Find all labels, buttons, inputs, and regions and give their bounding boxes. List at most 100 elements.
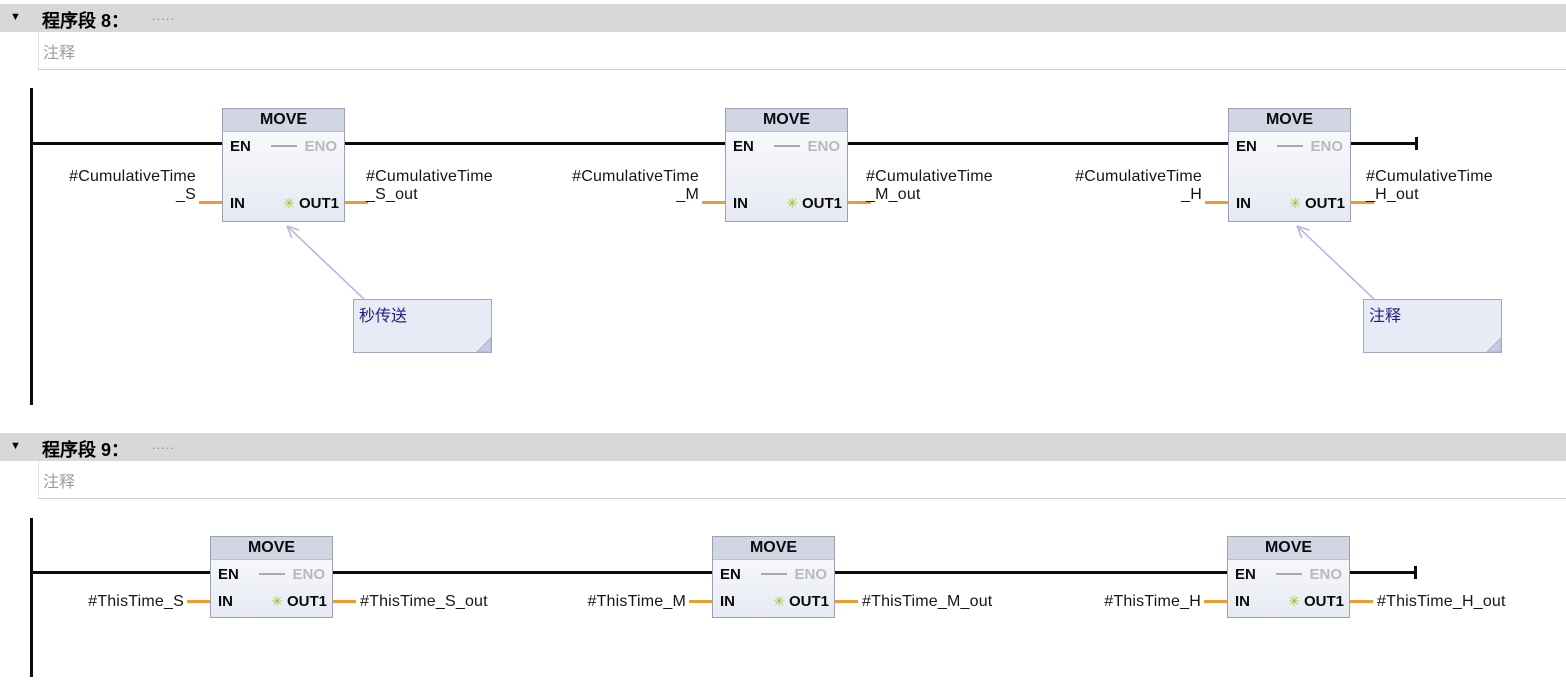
port-en[interactable]: EN bbox=[1235, 566, 1256, 583]
port-en[interactable]: EN bbox=[720, 566, 741, 583]
port-en[interactable]: EN bbox=[218, 566, 239, 583]
port-in[interactable]: IN bbox=[218, 593, 233, 610]
port-out1[interactable]: OUT1 bbox=[789, 593, 829, 610]
network-9-header-bar[interactable]: ▼ 程序段 9： ..... bbox=[0, 433, 1566, 461]
port-eno[interactable]: ENO bbox=[1309, 566, 1342, 583]
power-rail bbox=[30, 88, 33, 405]
port-in[interactable]: IN bbox=[720, 593, 735, 610]
comment-arrow bbox=[1297, 226, 1375, 300]
port-eno[interactable]: ENO bbox=[292, 566, 325, 583]
port-out1[interactable]: OUT1 bbox=[299, 195, 339, 212]
operand-line[interactable]: #ThisTime_H bbox=[1021, 593, 1201, 611]
network-9-title[interactable]: 程序段 9： bbox=[42, 436, 129, 462]
operand-line[interactable]: _H_out bbox=[1366, 186, 1566, 204]
add-output-icon[interactable]: ✳ bbox=[283, 196, 295, 211]
comment-placeholder[interactable]: 注释 bbox=[39, 461, 1566, 492]
operand-label[interactable]: #CumulativeTime _S bbox=[16, 168, 196, 204]
network-9-comment-field[interactable]: 注释 bbox=[38, 461, 1566, 499]
add-output-icon[interactable]: ✳ bbox=[786, 196, 798, 211]
port-in[interactable]: IN bbox=[230, 195, 245, 212]
add-output-icon[interactable]: ✳ bbox=[1289, 196, 1301, 211]
operand-wire bbox=[702, 201, 725, 204]
operand-line[interactable]: #ThisTime_H_out bbox=[1377, 593, 1566, 611]
comment-placeholder[interactable]: 注释 bbox=[39, 32, 1566, 63]
operand-label[interactable]: #CumulativeTime _H_out bbox=[1366, 168, 1566, 204]
operand-wire bbox=[187, 600, 210, 603]
operand-line[interactable]: #CumulativeTime bbox=[1022, 168, 1202, 186]
operand-wire bbox=[1205, 201, 1228, 204]
add-output-icon[interactable]: ✳ bbox=[271, 594, 283, 609]
move-block[interactable]: MOVE EN ENO IN ✳ OUT1 bbox=[210, 536, 333, 618]
operand-line[interactable]: _S bbox=[16, 186, 196, 204]
move-block[interactable]: MOVE EN ENO IN ✳ OUT1 bbox=[725, 108, 848, 222]
operand-label[interactable]: #CumulativeTime _M bbox=[519, 168, 699, 204]
collapse-icon[interactable]: ▼ bbox=[10, 11, 21, 23]
operand-line[interactable]: #ThisTime_S bbox=[4, 593, 184, 611]
add-output-icon[interactable]: ✳ bbox=[773, 594, 785, 609]
operand-wire bbox=[689, 600, 712, 603]
port-in[interactable]: IN bbox=[733, 195, 748, 212]
rung-wire bbox=[345, 142, 725, 145]
port-out1[interactable]: OUT1 bbox=[1305, 195, 1345, 212]
port-en[interactable]: EN bbox=[733, 138, 754, 155]
block-title[interactable]: MOVE bbox=[726, 109, 847, 132]
network-8-title[interactable]: 程序段 8： bbox=[42, 7, 129, 33]
comment-box[interactable]: 注释 bbox=[1363, 299, 1502, 353]
operand-label[interactable]: #ThisTime_H_out bbox=[1377, 593, 1566, 611]
port-eno[interactable]: ENO bbox=[807, 138, 840, 155]
rung-wire bbox=[333, 571, 712, 574]
en-eno-connector bbox=[774, 145, 800, 147]
move-block[interactable]: MOVE EN ENO IN ✳ OUT1 bbox=[1227, 536, 1350, 618]
block-title[interactable]: MOVE bbox=[713, 537, 834, 560]
operand-label[interactable]: #CumulativeTime _H bbox=[1022, 168, 1202, 204]
operand-line[interactable]: #CumulativeTime bbox=[519, 168, 699, 186]
comment-arrow bbox=[287, 226, 365, 300]
port-out1[interactable]: OUT1 bbox=[802, 195, 842, 212]
port-eno[interactable]: ENO bbox=[794, 566, 827, 583]
operand-label[interactable]: #ThisTime_H bbox=[1021, 593, 1201, 611]
en-eno-connector bbox=[1276, 573, 1302, 575]
add-output-icon[interactable]: ✳ bbox=[1288, 594, 1300, 609]
rung-wire bbox=[30, 571, 210, 574]
comment-box-text[interactable]: 秒传送 bbox=[354, 300, 491, 326]
comment-box[interactable]: 秒传送 bbox=[353, 299, 492, 353]
block-title[interactable]: MOVE bbox=[211, 537, 332, 560]
network-8-title-placeholder[interactable]: ..... bbox=[152, 8, 175, 23]
port-eno[interactable]: ENO bbox=[304, 138, 337, 155]
folded-corner-icon bbox=[476, 337, 491, 352]
port-in[interactable]: IN bbox=[1235, 593, 1250, 610]
port-en[interactable]: EN bbox=[1236, 138, 1257, 155]
block-title[interactable]: MOVE bbox=[223, 109, 344, 132]
block-title[interactable]: MOVE bbox=[1228, 537, 1349, 560]
rung-end-tick bbox=[1415, 137, 1418, 150]
port-en[interactable]: EN bbox=[230, 138, 251, 155]
rung-wire bbox=[835, 571, 1227, 574]
rung-wire bbox=[1351, 142, 1418, 145]
folded-corner-icon bbox=[1486, 337, 1501, 352]
rung-wire bbox=[1350, 571, 1417, 574]
operand-line[interactable]: #CumulativeTime bbox=[16, 168, 196, 186]
operand-wire bbox=[199, 201, 222, 204]
collapse-icon[interactable]: ▼ bbox=[10, 440, 21, 452]
operand-label[interactable]: #ThisTime_S bbox=[4, 593, 184, 611]
operand-wire bbox=[333, 600, 356, 603]
en-eno-connector bbox=[1277, 145, 1303, 147]
en-eno-connector bbox=[271, 145, 297, 147]
port-in[interactable]: IN bbox=[1236, 195, 1251, 212]
network-8-comment-field[interactable]: 注释 bbox=[38, 32, 1566, 70]
operand-line[interactable]: #ThisTime_M bbox=[506, 593, 686, 611]
operand-line[interactable]: _H bbox=[1022, 186, 1202, 204]
operand-line[interactable]: _M bbox=[519, 186, 699, 204]
move-block[interactable]: MOVE EN ENO IN ✳ OUT1 bbox=[222, 108, 345, 222]
port-eno[interactable]: ENO bbox=[1310, 138, 1343, 155]
network-9-title-placeholder[interactable]: ..... bbox=[152, 437, 175, 452]
move-block[interactable]: MOVE EN ENO IN ✳ OUT1 bbox=[712, 536, 835, 618]
port-out1[interactable]: OUT1 bbox=[287, 593, 327, 610]
operand-line[interactable]: #CumulativeTime bbox=[1366, 168, 1566, 186]
network-8-header-bar[interactable]: ▼ 程序段 8： ..... bbox=[0, 4, 1566, 32]
move-block[interactable]: MOVE EN ENO IN ✳ OUT1 bbox=[1228, 108, 1351, 222]
comment-box-text[interactable]: 注释 bbox=[1364, 300, 1501, 326]
block-title[interactable]: MOVE bbox=[1229, 109, 1350, 132]
port-out1[interactable]: OUT1 bbox=[1304, 593, 1344, 610]
operand-label[interactable]: #ThisTime_M bbox=[506, 593, 686, 611]
